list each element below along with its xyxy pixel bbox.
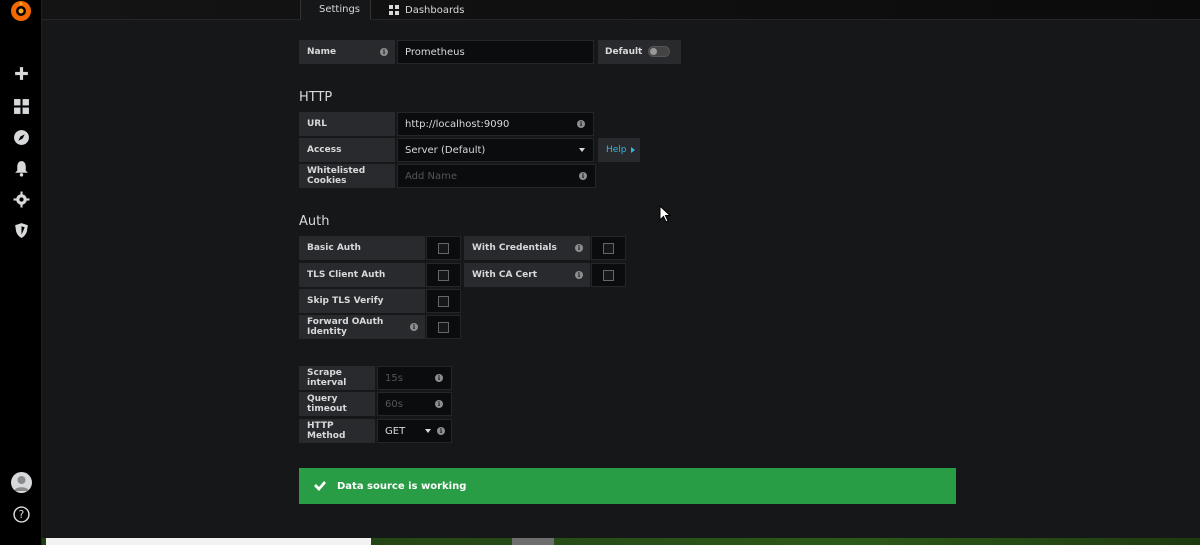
auth-section-title: Auth xyxy=(299,214,330,229)
svg-text:?: ? xyxy=(18,508,24,521)
basic-auth-checkbox[interactable] xyxy=(426,236,461,260)
help-button[interactable]: Help xyxy=(598,138,640,162)
name-label: Name i xyxy=(299,40,395,64)
tab-bar: Settings Dashboards xyxy=(42,0,1200,20)
mouse-cursor-icon xyxy=(659,205,671,223)
tab-dashboards-label: Dashboards xyxy=(405,4,465,16)
bottom-gray-bar xyxy=(512,538,554,545)
info-icon[interactable]: i xyxy=(380,48,388,56)
forward-oauth-checkbox[interactable] xyxy=(426,315,461,339)
tls-client-auth-checkbox[interactable] xyxy=(426,263,461,287)
chevron-down-icon xyxy=(425,429,431,433)
bell-icon[interactable] xyxy=(0,153,42,183)
scrape-interval-label: Scrape interval xyxy=(299,366,375,390)
query-timeout-input[interactable]: 60s i xyxy=(377,392,452,416)
plus-icon[interactable] xyxy=(0,58,42,88)
skip-tls-verify-label: Skip TLS Verify xyxy=(299,289,425,313)
with-ca-cert-checkbox[interactable] xyxy=(591,263,626,287)
scrape-interval-input[interactable]: 15s i xyxy=(377,366,452,390)
grafana-logo-icon[interactable] xyxy=(0,0,42,26)
tls-client-auth-label: TLS Client Auth xyxy=(299,263,425,287)
skip-tls-verify-checkbox[interactable] xyxy=(426,289,461,313)
with-ca-cert-label: With CA Cert i xyxy=(464,263,590,287)
status-alert-text: Data source is working xyxy=(337,480,467,492)
name-input[interactable]: Prometheus xyxy=(397,40,594,64)
sidebar: ? xyxy=(0,0,42,545)
tab-settings[interactable]: Settings xyxy=(300,0,371,20)
avatar[interactable] xyxy=(11,472,32,493)
forward-oauth-label: Forward OAuth Identity i xyxy=(299,315,425,339)
help-icon[interactable]: ? xyxy=(0,499,42,529)
http-method-select[interactable]: GET i xyxy=(377,419,452,443)
http-method-label: HTTP Method xyxy=(299,419,375,443)
info-icon[interactable]: i xyxy=(410,323,418,331)
tab-dashboards[interactable]: Dashboards xyxy=(377,0,476,20)
apps-icon xyxy=(389,5,399,15)
url-label: URL xyxy=(299,112,395,136)
caret-right-icon xyxy=(630,147,635,153)
check-icon xyxy=(314,481,326,491)
info-icon[interactable]: i xyxy=(577,120,585,128)
access-select[interactable]: Server (Default) xyxy=(397,138,594,162)
info-icon[interactable]: i xyxy=(575,244,583,252)
whitelisted-cookies-label: Whitelisted Cookies xyxy=(299,164,395,188)
http-section-title: HTTP xyxy=(299,90,333,105)
dashboards-icon[interactable] xyxy=(0,91,42,121)
default-toggle[interactable] xyxy=(648,46,670,57)
shield-icon[interactable] xyxy=(0,215,42,245)
basic-auth-label: Basic Auth xyxy=(299,236,425,260)
tab-settings-label: Settings xyxy=(319,4,361,15)
with-credentials-checkbox[interactable] xyxy=(591,236,626,260)
query-timeout-label: Query timeout xyxy=(299,392,375,416)
status-alert: Data source is working xyxy=(299,468,956,504)
info-icon[interactable]: i xyxy=(579,172,587,180)
gear-icon[interactable] xyxy=(0,184,42,214)
url-input[interactable]: http://localhost:9090 i xyxy=(397,112,594,136)
info-icon[interactable]: i xyxy=(435,400,443,408)
info-icon[interactable]: i xyxy=(437,427,445,435)
bottom-white-bar xyxy=(46,538,371,545)
info-icon[interactable]: i xyxy=(435,374,443,382)
compass-icon[interactable] xyxy=(0,122,42,152)
info-icon[interactable]: i xyxy=(575,271,583,279)
access-label: Access xyxy=(299,138,395,162)
with-credentials-label: With Credentials i xyxy=(464,236,590,260)
chevron-down-icon xyxy=(579,148,585,152)
whitelisted-cookies-input[interactable]: Add Name i xyxy=(397,164,596,188)
